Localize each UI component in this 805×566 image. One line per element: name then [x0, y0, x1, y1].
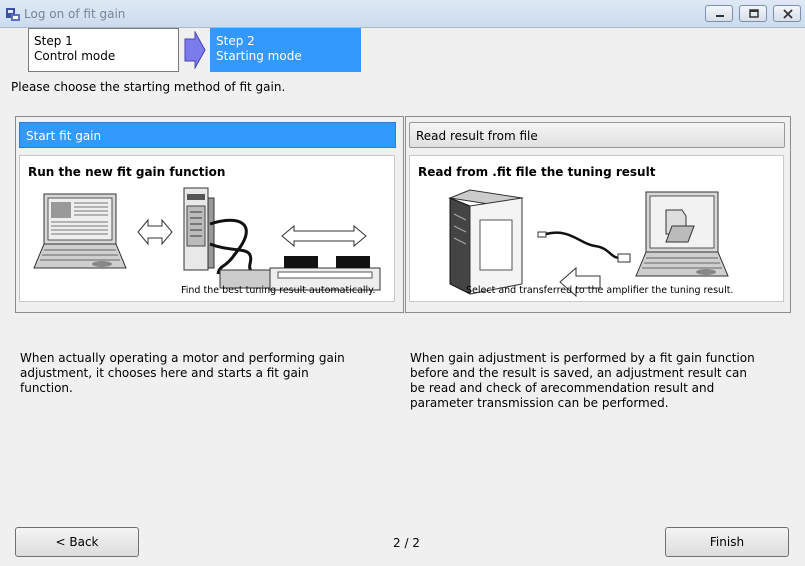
- read-result-title: Read from .fit file the tuning result: [418, 165, 656, 179]
- amplifier-icon: [183, 187, 215, 271]
- laptop-icon: [635, 191, 729, 277]
- step-1-indicator: Step 1 Control mode: [28, 28, 179, 72]
- instruction-text: Please choose the starting method of fit…: [11, 80, 286, 94]
- maximize-icon: [749, 9, 759, 18]
- read-result-illustration: Read from .fit file the tuning result Se…: [409, 155, 784, 302]
- start-fit-gain-caption: Find the best tuning result automaticall…: [181, 285, 376, 296]
- start-fit-gain-illustration: Run the new fit gain function Find the b…: [19, 155, 395, 302]
- start-fit-gain-title: Run the new fit gain function: [28, 165, 226, 179]
- back-button[interactable]: < Back: [15, 527, 139, 557]
- read-result-option[interactable]: Read result from file: [409, 122, 785, 148]
- step-arrow-icon: [184, 31, 206, 69]
- read-result-description: When gain adjustment is performed by a f…: [410, 351, 755, 410]
- laptop-icon: [33, 193, 127, 269]
- start-fit-gain-description: When actually operating a motor and perf…: [20, 351, 345, 395]
- step-2-label: Starting mode: [216, 49, 302, 63]
- start-fit-gain-option[interactable]: Start fit gain: [19, 122, 396, 148]
- step-1-number: Step 1: [34, 34, 73, 48]
- title-bar: Log on of fit gain: [0, 0, 805, 28]
- usb-cable-icon: [537, 231, 631, 263]
- minimize-button[interactable]: [705, 5, 733, 22]
- step-2-indicator: Step 2 Starting mode: [210, 28, 361, 72]
- close-icon: [783, 9, 793, 19]
- double-arrow-icon: [281, 224, 367, 248]
- maximize-button[interactable]: [739, 5, 767, 22]
- start-fit-gain-panel[interactable]: Start fit gain Run the new fit gain func…: [15, 116, 404, 313]
- app-icon: [6, 8, 20, 21]
- step-1-label: Control mode: [34, 49, 116, 63]
- window-title: Log on of fit gain: [24, 7, 126, 21]
- double-arrow-icon: [137, 218, 173, 246]
- read-result-panel[interactable]: Read result from file Read from .fit fil…: [405, 116, 791, 313]
- close-button[interactable]: [773, 5, 801, 22]
- page-indicator: 2 / 2: [393, 536, 420, 550]
- read-result-caption: Select and transferred to the amplifier …: [466, 285, 734, 296]
- minimize-icon: [716, 15, 724, 17]
- finish-button[interactable]: Finish: [665, 527, 789, 557]
- step-2-number: Step 2: [216, 34, 255, 48]
- amplifier-icon: [448, 189, 524, 295]
